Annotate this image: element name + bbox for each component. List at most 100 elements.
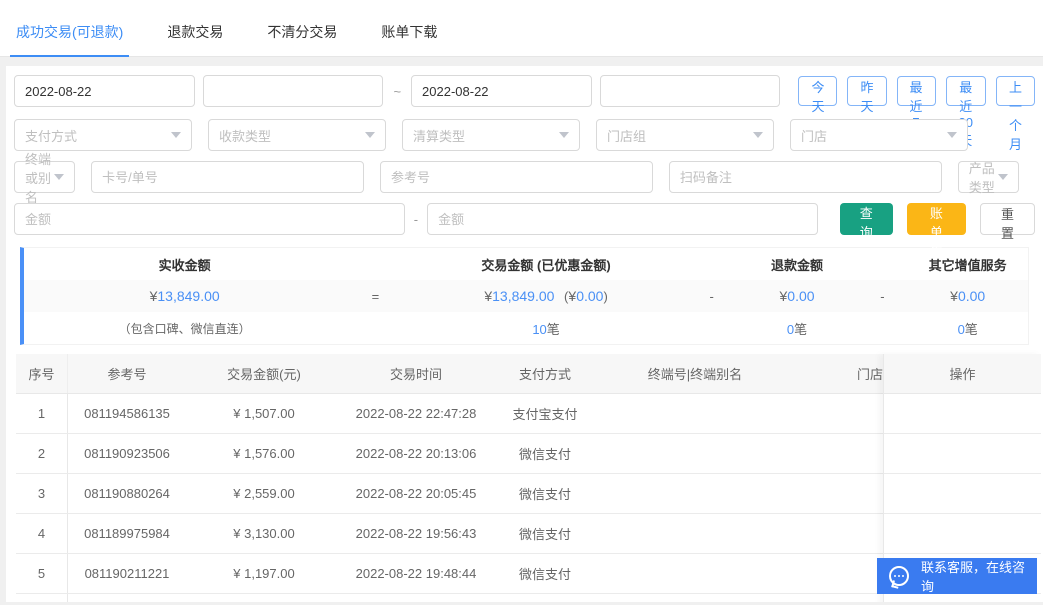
pay-method-select[interactable]: 支付方式 <box>14 119 192 151</box>
refund-amount-value: ¥0.00 <box>737 288 857 304</box>
receive-type-placeholder: 收款类型 <box>219 126 271 145</box>
summary-amount-row: ¥13,849.00 = ¥13,849.00 (¥0.00) - ¥0.00 … <box>24 280 1028 312</box>
header-amount: 交易金额(元) <box>186 364 342 383</box>
operation-cell <box>884 594 1041 602</box>
store-placeholder: 门店 <box>801 126 827 145</box>
tab-unsettled-transactions[interactable]: 不清分交易 <box>261 22 343 56</box>
summary-title-row: 实收金额 交易金额 (已优惠金额) 退款金额 其它增值服务 <box>24 248 1028 280</box>
support-label: 联系客服，在线咨询 <box>921 557 1037 595</box>
discount-amount: 0.00 <box>576 288 603 304</box>
header-terminal: 终端号|终端别名 <box>600 364 790 383</box>
terminal-alias-select[interactable]: 终端或别名 <box>14 161 75 193</box>
filter-select-row: 支付方式 收款类型 清算类型 门店组 门店 <box>14 119 1035 151</box>
last-30-days-button[interactable]: 最近30天 <box>946 76 986 106</box>
refund-amount: 0.00 <box>787 288 814 304</box>
end-date-input[interactable] <box>411 75 592 107</box>
store-group-select[interactable]: 门店组 <box>596 119 774 151</box>
tab-bar: 成功交易(可退款) 退款交易 不清分交易 账单下载 <box>0 0 1043 57</box>
transaction-count: 10笔 <box>406 319 687 338</box>
row-pay-method: 微信支付 <box>490 444 600 463</box>
minus-sign: - <box>687 289 737 304</box>
operation-cell <box>884 394 1041 434</box>
end-time-input[interactable] <box>600 75 781 107</box>
last-7-days-button[interactable]: 最近7天 <box>897 76 936 106</box>
row-reference: 081189975984 <box>68 526 186 541</box>
row-time: 2022-08-22 20:13:06 <box>342 446 490 461</box>
row-reference: 081190880264 <box>68 486 186 501</box>
receive-type-select[interactable]: 收款类型 <box>208 119 386 151</box>
card-number-input[interactable] <box>91 161 364 193</box>
equals-sign: = <box>345 289 405 304</box>
amount-separator: - <box>414 212 418 227</box>
chevron-down-icon <box>998 174 1008 180</box>
header-time: 交易时间 <box>342 364 490 383</box>
minus-sign: - <box>857 289 907 304</box>
row-amount: ¥ 1,576.00 <box>186 446 342 461</box>
received-amount-title: 实收金额 <box>24 255 345 274</box>
row-index: 1 <box>16 394 68 433</box>
tab-refund-transactions[interactable]: 退款交易 <box>161 22 229 56</box>
amount-min-input[interactable] <box>14 203 405 235</box>
yesterday-button[interactable]: 昨天 <box>847 76 886 106</box>
chevron-down-icon <box>947 132 957 138</box>
row-index <box>16 594 68 602</box>
received-amount: 13,849.00 <box>157 288 219 304</box>
row-pay-method: 支付宝支付 <box>490 404 600 423</box>
scan-note-input[interactable] <box>669 161 942 193</box>
date-filter-row: ~ 今天 昨天 最近7天 最近30天 上一个月 <box>14 75 1035 107</box>
store-group-placeholder: 门店组 <box>607 126 646 145</box>
received-amount-note: （包含口碑、微信直连） <box>24 320 345 337</box>
header-operation: 操作 <box>884 354 1041 394</box>
today-button[interactable]: 今天 <box>798 76 837 106</box>
value-added-title: 其它增值服务 <box>907 255 1027 274</box>
currency-symbol: ¥ <box>484 288 492 304</box>
clearing-type-select[interactable]: 清算类型 <box>402 119 580 151</box>
row-amount: ¥ 2,559.00 <box>186 486 342 501</box>
row-amount: ¥ 1,197.00 <box>186 566 342 581</box>
start-date-input[interactable] <box>14 75 195 107</box>
row-time: 2022-08-22 19:48:44 <box>342 566 490 581</box>
transaction-amount-title: 交易金额 (已优惠金额) <box>406 255 687 274</box>
main-panel: ~ 今天 昨天 最近7天 最近30天 上一个月 支付方式 收款类型 清算类型 门… <box>6 66 1043 602</box>
header-pay-method: 支付方式 <box>490 364 600 383</box>
product-type-select[interactable]: 产品类型 <box>958 161 1019 193</box>
refund-count: 0笔 <box>737 319 857 338</box>
chat-bubble-icon <box>889 566 909 586</box>
row-amount: ¥ 1,507.00 <box>186 406 342 421</box>
row-pay-method: 微信支付 <box>490 484 600 503</box>
currency-symbol: ¥ <box>950 288 958 304</box>
value-added-amount-value: ¥0.00 <box>907 288 1027 304</box>
clearing-type-placeholder: 清算类型 <box>413 126 465 145</box>
generate-bill-button[interactable]: 账单生成 <box>907 203 966 235</box>
row-reference: 081190923506 <box>68 446 186 461</box>
store-select[interactable]: 门店 <box>790 119 968 151</box>
contact-support-button[interactable]: 联系客服，在线咨询 <box>877 558 1037 594</box>
row-time: 2022-08-22 19:56:43 <box>342 526 490 541</box>
row-pay-method: 微信支付 <box>490 564 600 583</box>
row-index: 5 <box>16 554 68 593</box>
search-button[interactable]: 查询 <box>840 203 893 235</box>
tab-bill-download[interactable]: 账单下载 <box>375 22 443 56</box>
transaction-amount-value: ¥13,849.00 (¥0.00) <box>406 288 687 304</box>
header-reference: 参考号 <box>68 364 186 383</box>
refund-amount-title: 退款金额 <box>737 255 857 274</box>
row-reference: 081190211221 <box>68 566 186 581</box>
filter-input-row: 终端或别名 产品类型 <box>14 161 1035 193</box>
amount-max-input[interactable] <box>427 203 818 235</box>
reset-button[interactable]: 重置 <box>980 203 1035 235</box>
transaction-amount: 13,849.00 <box>492 288 554 304</box>
tab-successful-transactions[interactable]: 成功交易(可退款) <box>10 22 129 56</box>
row-pay-method: 微信支付 <box>490 524 600 543</box>
paren-close: ) <box>603 289 607 304</box>
terminal-alias-placeholder: 终端或别名 <box>25 149 54 206</box>
row-time: 2022-08-22 20:05:45 <box>342 486 490 501</box>
row-time: 2022-08-22 22:47:28 <box>342 406 490 421</box>
row-index: 4 <box>16 514 68 553</box>
transaction-count-number: 10 <box>532 322 546 337</box>
operation-cell <box>884 514 1041 554</box>
received-amount-value: ¥13,849.00 <box>24 288 345 304</box>
start-time-input[interactable] <box>203 75 384 107</box>
chevron-down-icon <box>559 132 569 138</box>
reference-number-input[interactable] <box>380 161 653 193</box>
last-month-button[interactable]: 上一个月 <box>996 76 1035 106</box>
